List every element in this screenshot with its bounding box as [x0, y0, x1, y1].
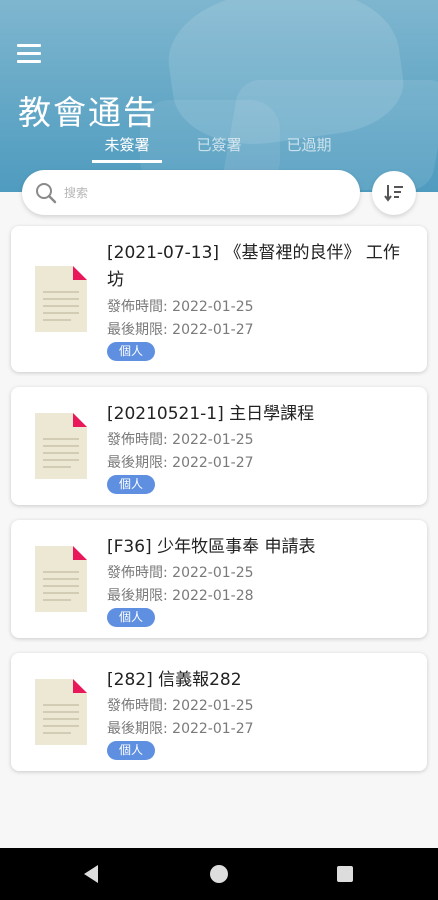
document-icon — [35, 546, 87, 612]
document-icon — [35, 266, 87, 332]
notice-card[interactable]: [20210521-1] 主日學課程 發佈時間: 2022-01-25 最後期限… — [11, 387, 427, 505]
notice-title: [F36] 少年牧區事奉 申請表 — [107, 537, 316, 557]
publish-time: 發佈時間: 2022-01-25 — [107, 698, 254, 714]
header-banner: 教會通告 未簽署 已簽署 已過期 — [0, 0, 438, 192]
publish-time: 發佈時間: 2022-01-25 — [107, 299, 254, 315]
notice-title: [2021-07-13] 《基督裡的良伴》 工作坊 — [107, 243, 400, 290]
notice-card[interactable]: [2021-07-13] 《基督裡的良伴》 工作坊 發佈時間: 2022-01-… — [11, 226, 427, 372]
document-icon — [35, 679, 87, 745]
notice-card[interactable]: [F36] 少年牧區事奉 申請表 發佈時間: 2022-01-25 最後期限: … — [11, 520, 427, 638]
tab-unsigned[interactable]: 未簽署 — [92, 134, 162, 163]
notice-title: [20210521-1] 主日學課程 — [107, 404, 315, 424]
back-icon[interactable] — [84, 865, 98, 883]
deadline: 最後期限: 2022-01-27 — [107, 322, 254, 338]
type-badge: 個人 — [107, 475, 155, 494]
page-title: 教會通告 — [18, 93, 158, 132]
menu-icon[interactable] — [17, 44, 41, 66]
publish-time: 發佈時間: 2022-01-25 — [107, 432, 254, 448]
search-bar[interactable] — [22, 170, 360, 215]
notice-card[interactable]: [282] 信義報282 發佈時間: 2022-01-25 最後期限: 2022… — [11, 653, 427, 771]
sort-icon — [384, 185, 403, 202]
deadline: 最後期限: 2022-01-27 — [107, 721, 254, 737]
tab-bar: 未簽署 已簽署 已過期 — [92, 134, 344, 163]
recent-apps-icon[interactable] — [337, 866, 353, 882]
notice-title: [282] 信義報282 — [107, 670, 242, 690]
search-icon — [36, 182, 57, 203]
type-badge: 個人 — [107, 608, 155, 627]
document-icon — [35, 413, 87, 479]
deadline: 最後期限: 2022-01-27 — [107, 455, 254, 471]
deadline: 最後期限: 2022-01-28 — [107, 588, 254, 604]
type-badge: 個人 — [107, 741, 155, 760]
type-badge: 個人 — [107, 342, 155, 361]
home-icon[interactable] — [210, 865, 228, 883]
publish-time: 發佈時間: 2022-01-25 — [107, 565, 254, 581]
sort-button[interactable] — [372, 171, 416, 215]
tab-expired[interactable]: 已過期 — [274, 134, 344, 163]
search-input[interactable] — [64, 185, 324, 200]
system-nav-bar — [0, 848, 438, 900]
tab-signed[interactable]: 已簽署 — [184, 134, 254, 163]
